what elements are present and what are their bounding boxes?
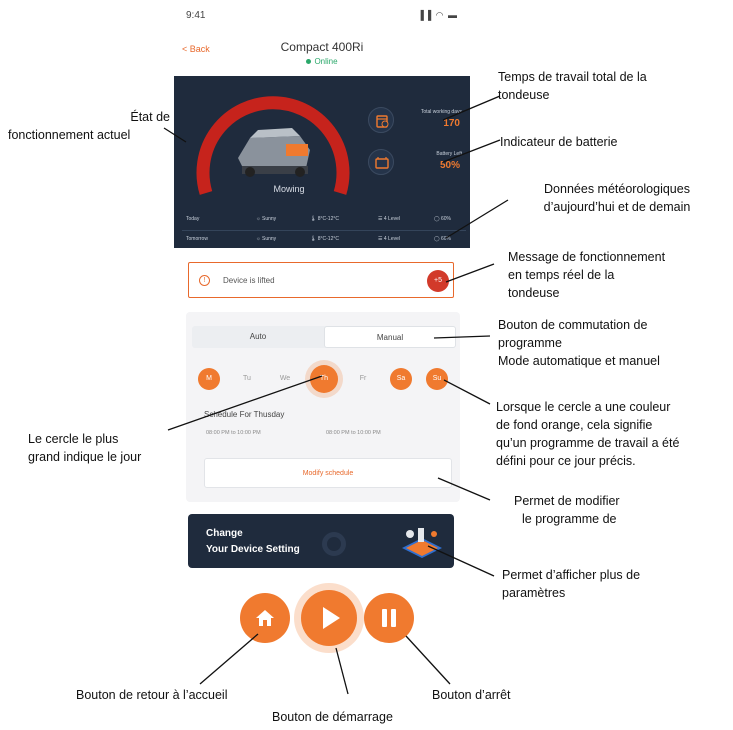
annotation-big-circle: Le cercle le plus grand indique le jour: [28, 432, 142, 464]
annotation-modify: Permet de modifier le programme de: [514, 494, 620, 526]
annotation-orange-circle: Lorsque le cercle a une couleur de fond …: [496, 400, 680, 468]
annotation-state-2: fonctionnement actuel: [8, 128, 131, 142]
annotation-mode-switch: Bouton de commutation de programme Mode …: [498, 318, 660, 368]
annotation-message: Message de fonctionnement en temps réel …: [508, 250, 666, 300]
annotation-state: État de: [130, 110, 170, 124]
annotation-stop-button: Bouton d’arrêt: [432, 688, 511, 702]
annotation-working-time: Temps de travail total de la tondeuse: [498, 70, 647, 102]
annotation-battery: Indicateur de batterie: [500, 135, 618, 149]
annotation-home-button: Bouton de retour à l’accueil: [76, 688, 228, 702]
annotation-start-button: Bouton de démarrage: [272, 710, 393, 724]
annotation-weather: Données météorologiques d’aujourd’hui et…: [543, 182, 691, 214]
annotation-more-settings: Permet d’afficher plus de paramètres: [502, 568, 641, 600]
